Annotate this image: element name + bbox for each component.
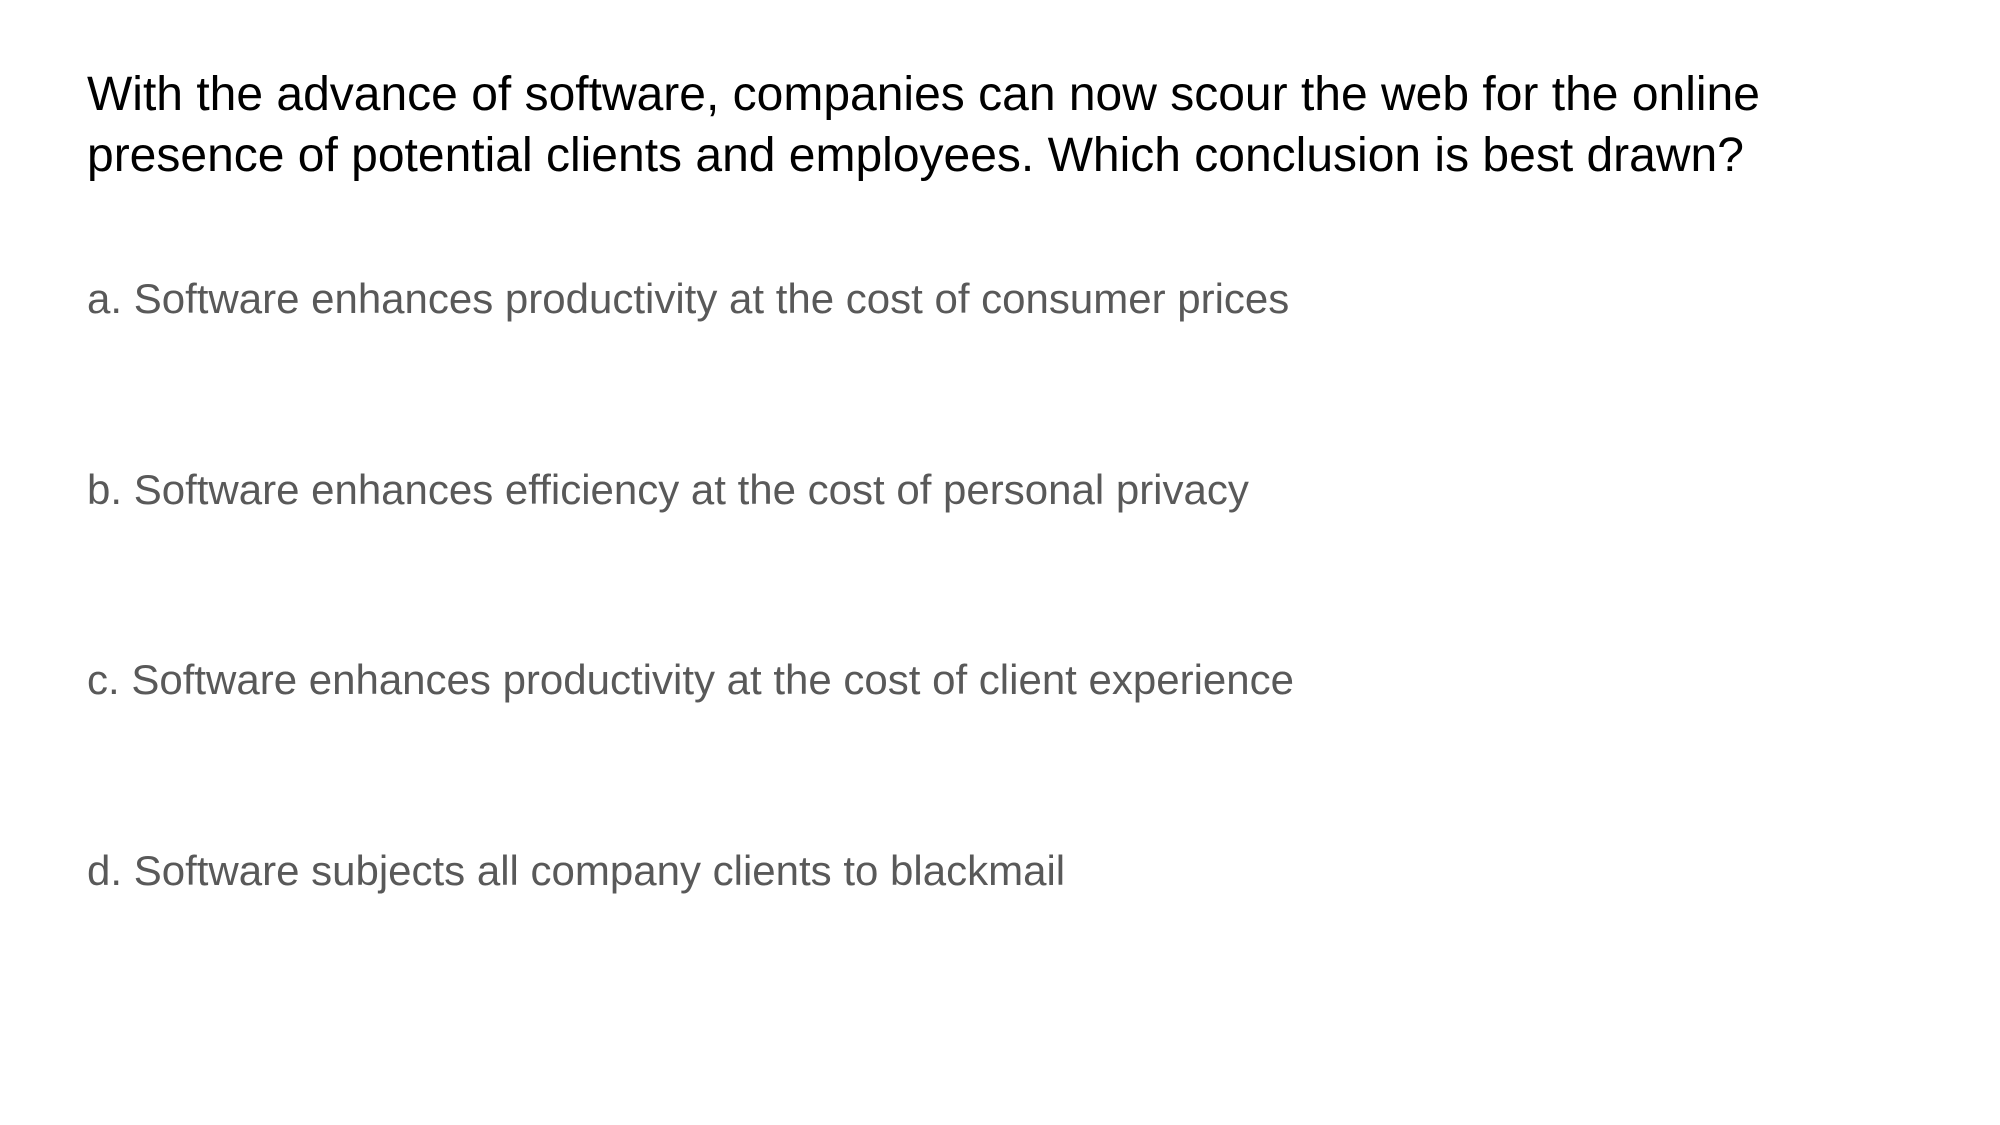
option-c[interactable]: c. Software enhances productivity at the… <box>87 654 1294 706</box>
question-line-1: With the advance of software, companies … <box>87 68 1760 121</box>
option-d[interactable]: d. Software subjects all company clients… <box>87 845 1065 897</box>
option-b[interactable]: b. Software enhances efficiency at the c… <box>87 464 1249 516</box>
question-line-2: presence of potential clients and employ… <box>87 129 1744 182</box>
option-a[interactable]: a. Software enhances productivity at the… <box>87 273 1289 325</box>
slide: With the advance of software, companies … <box>0 0 2000 1125</box>
question-text: With the advance of software, companies … <box>87 64 1887 186</box>
